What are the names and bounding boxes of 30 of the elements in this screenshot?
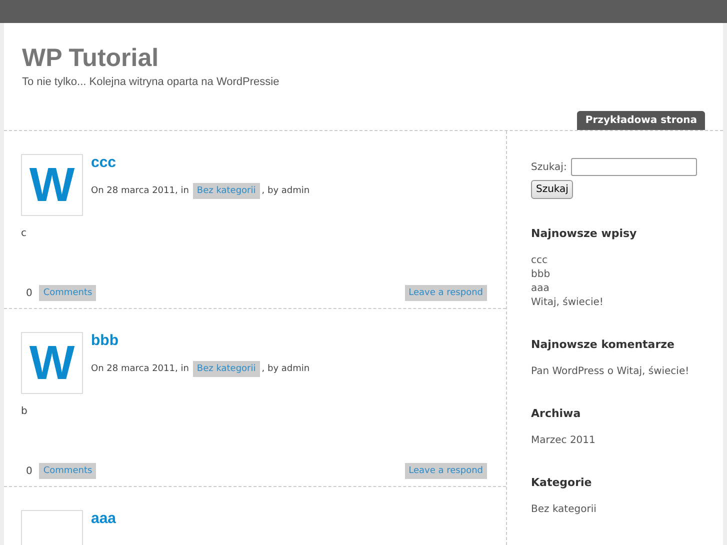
post-author: , by admin [262,186,310,196]
comment-count: 0 [26,288,32,298]
comment-count: 0 [26,466,32,476]
widget-link[interactable]: aaa [531,282,699,296]
search-button[interactable]: Szukaj [531,180,574,199]
widget-link[interactable]: Pan WordPress o Witaj, świecie! [531,365,699,379]
post-date: On 28 marca 2011, in [91,364,189,374]
widget-link[interactable]: Marzec 2011 [531,434,699,448]
search-field[interactable] [570,158,697,176]
post-date: On 28 marca 2011, in [91,186,189,196]
widget-link[interactable]: Bez kategorii [531,503,699,517]
post-title-link[interactable]: ccc [91,154,310,171]
widget-link[interactable]: Witaj, świecie! [531,296,699,310]
widget-link[interactable]: ccc [531,254,699,268]
post-title-link[interactable]: aaa [91,510,116,527]
nav-tab[interactable]: Przykładowa strona [577,111,705,130]
search-label: Szukaj: [531,162,567,172]
post-thumbnail: W [21,154,83,216]
post-title-link[interactable]: bbb [91,332,310,349]
widget-title: Najnowsze komentarze [531,338,676,351]
widget-title: Archiwa [531,407,582,420]
post-excerpt: c [21,228,28,239]
widget-title: Najnowsze wpisy [531,227,638,240]
site-tagline: To nie tylko... Kolejna witryna oparta na WordPressie [22,76,280,88]
post-thumbnail: W [21,332,83,394]
site-title: WP Tutorial [22,43,160,73]
widget-link[interactable]: bbb [531,268,699,282]
widget-title: Kategorie [531,476,593,489]
post-author: , by admin [262,364,310,374]
post-excerpt: b [21,406,28,417]
